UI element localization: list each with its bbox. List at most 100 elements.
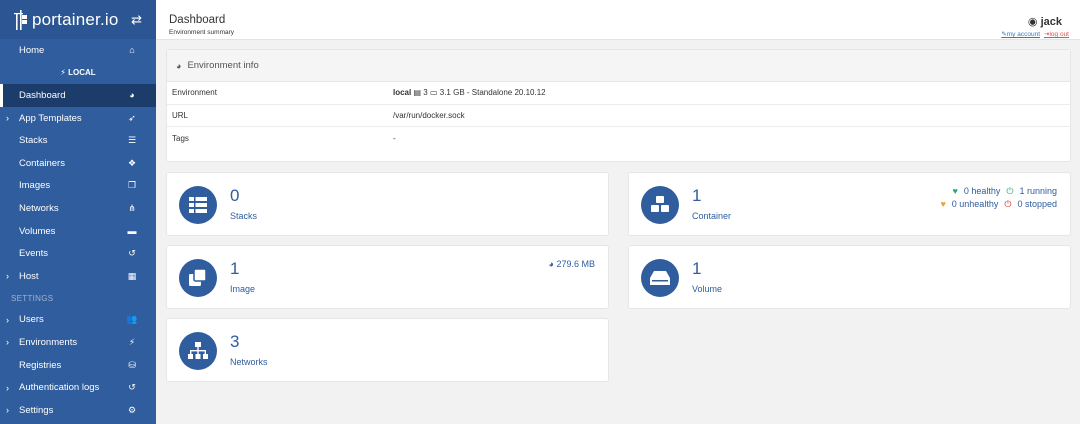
dashboard-icon: ◕ (176, 60, 182, 71)
panel-title: Environment info (187, 60, 259, 71)
stopped-count: 0 stopped (1017, 199, 1057, 209)
container-status: ♥ 0 healthy ⏻ 1 running ♥ 0 unhealthy ⏻ 0 stop… (940, 185, 1057, 211)
sidebar-environment-local: ⚡ LOCAL (0, 62, 156, 85)
sidebar-item-containers[interactable]: Containers ❖ (0, 152, 156, 175)
chevron-right-icon[interactable]: › (6, 383, 9, 393)
containers-count: 1 (692, 186, 702, 205)
sidebar-item-host[interactable]: › Host ▦ (0, 265, 156, 288)
volumes-widget[interactable]: 1 Volume (628, 245, 1071, 309)
row-value: - (393, 133, 396, 143)
sidebar-item-label: Authentication logs (19, 382, 100, 394)
toggle-sidebar-icon[interactable]: ⇄ (131, 12, 142, 28)
environment-name: LOCAL (68, 68, 96, 78)
sidebar-item-networks[interactable]: Networks ⋔ (0, 197, 156, 220)
networks-label: Networks (230, 357, 268, 367)
cubes-icon (641, 186, 679, 224)
chevron-right-icon[interactable]: › (6, 271, 9, 281)
th-icon: ▦ (127, 270, 137, 281)
engine-type: - Standalone 20.10.12 (466, 88, 546, 98)
hdd-icon (641, 259, 679, 297)
environment-info-panel: ◕ Environment info Environment local ▤ 3 … (166, 49, 1071, 162)
table-row: Tags - (167, 127, 1070, 150)
chevron-right-icon[interactable]: › (6, 113, 9, 123)
stacks-widget[interactable]: 0 Stacks (166, 172, 609, 236)
database-icon: ⛁ (128, 359, 136, 370)
sidebar-item-stacks[interactable]: Stacks ☰ (0, 129, 156, 152)
networks-widget[interactable]: 3 Networks (166, 318, 609, 382)
power-icon: ⏻ (1004, 199, 1012, 209)
sidebar-item-dashboard[interactable]: Dashboard ◕ (0, 84, 156, 107)
memory-icon: ▭ (429, 88, 438, 98)
memory-size: 3.1 GB (439, 88, 465, 98)
heartbeat-icon: ♥ (952, 186, 958, 196)
environment-name: local (393, 88, 412, 98)
images-count: 1 (230, 259, 240, 278)
page-subtitle: Environment summary (169, 29, 235, 36)
topbar: Dashboard Environment summary ◉ jack ✎my… (156, 0, 1080, 40)
log-out-label: log out (1049, 31, 1069, 38)
sidebar-item-environments[interactable]: › Environments ⚡ (0, 331, 156, 354)
row-value: /var/run/docker.sock (393, 110, 465, 120)
sidebar-item-events[interactable]: Events ↺ (0, 242, 156, 265)
sidebar-item-label: Networks (19, 202, 59, 214)
sidebar-item-app-templates[interactable]: › App Templates ➶ (0, 107, 156, 130)
dashboard-icon: ◕ (129, 90, 135, 101)
images-size-value: 279.6 MB (556, 259, 595, 269)
sidebar-heading-settings: SETTINGS (11, 293, 54, 303)
cogs-icon: ⚙ (127, 404, 137, 415)
logo-text: portainer.io (32, 9, 119, 29)
healthy-count: 0 healthy (963, 186, 1001, 196)
sidebar-item-home[interactable]: Home ⌂ (0, 39, 156, 62)
list-icon (179, 186, 217, 224)
list-icon: ☰ (127, 135, 137, 146)
sidebar-item-label: Stacks (19, 135, 48, 147)
chevron-right-icon[interactable]: › (6, 315, 9, 325)
username: jack (1040, 16, 1062, 28)
sidebar-item-authentication-logs[interactable]: › Authentication logs ↺ (0, 376, 156, 399)
users-icon: 👥 (126, 314, 138, 325)
sidebar-item-users[interactable]: › Users 👥 (0, 309, 156, 332)
logo[interactable]: portainer.io ⇄ (0, 0, 156, 39)
cpu-count: 3 (423, 88, 428, 98)
user-circle-icon: ◉ (1027, 16, 1038, 28)
panel-header: ◕ Environment info (167, 50, 1070, 82)
sidebar-item-label: Environments (19, 336, 78, 348)
sidebar-item-label: Containers (19, 157, 65, 169)
sitemap-icon (179, 332, 217, 370)
my-account-label: my account (1006, 31, 1041, 38)
row-key: URL (172, 110, 189, 120)
stacks-count: 0 (230, 186, 240, 205)
images-widget[interactable]: 1 Image ◕ 279.6 MB (166, 245, 609, 309)
sitemap-icon: ⋔ (128, 202, 136, 213)
sidebar-item-label: Events (19, 248, 49, 260)
my-account-link[interactable]: ✎my account (1001, 31, 1040, 38)
microchip-icon: ▤ (413, 88, 422, 98)
table-row: URL /var/run/docker.sock (167, 105, 1070, 128)
sidebar-item-registries[interactable]: Registries ⛁ (0, 354, 156, 377)
sidebar-item-label: Images (19, 180, 51, 192)
sidebar-item-settings[interactable]: › Settings ⚙ (0, 399, 156, 422)
chevron-right-icon[interactable]: › (6, 405, 9, 415)
clone-icon: ❐ (127, 180, 137, 191)
sidebar-item-volumes[interactable]: Volumes ▬ (0, 220, 156, 243)
networks-count: 3 (230, 332, 240, 351)
containers-widget[interactable]: 1 Container ♥ 0 healthy ⏻ 1 running ♥ 0 unhe… (628, 172, 1071, 236)
user-links: ✎my account ⇥log out (1001, 30, 1069, 38)
sidebar-item-label: Home (19, 44, 45, 56)
sidebar-item-label: Registries (19, 359, 62, 371)
plug-icon: ⚡ (128, 336, 136, 347)
sidebar-nav: Home ⌂ ⚡ LOCAL Dashboard ◕ › App Templates ➶… (0, 39, 156, 422)
portainer-logo-icon (14, 9, 27, 30)
rocket-icon: ➶ (128, 112, 136, 123)
row-value: local ▤ 3 ▭ 3.1 GB - Standalone 20.10.12 (393, 88, 1070, 97)
sidebar-item-images[interactable]: Images ❐ (0, 175, 156, 198)
heartbeat-icon: ♥ (940, 199, 946, 209)
row-key: Tags (172, 133, 189, 143)
sidebar-item-label: App Templates (19, 112, 82, 124)
hdd-icon: ▬ (127, 226, 137, 237)
home-icon: ⌂ (129, 45, 135, 56)
stacks-label: Stacks (230, 211, 258, 221)
chevron-right-icon[interactable]: › (6, 337, 9, 347)
running-count: 1 running (1019, 186, 1057, 196)
log-out-link[interactable]: ⇥log out (1044, 31, 1069, 38)
